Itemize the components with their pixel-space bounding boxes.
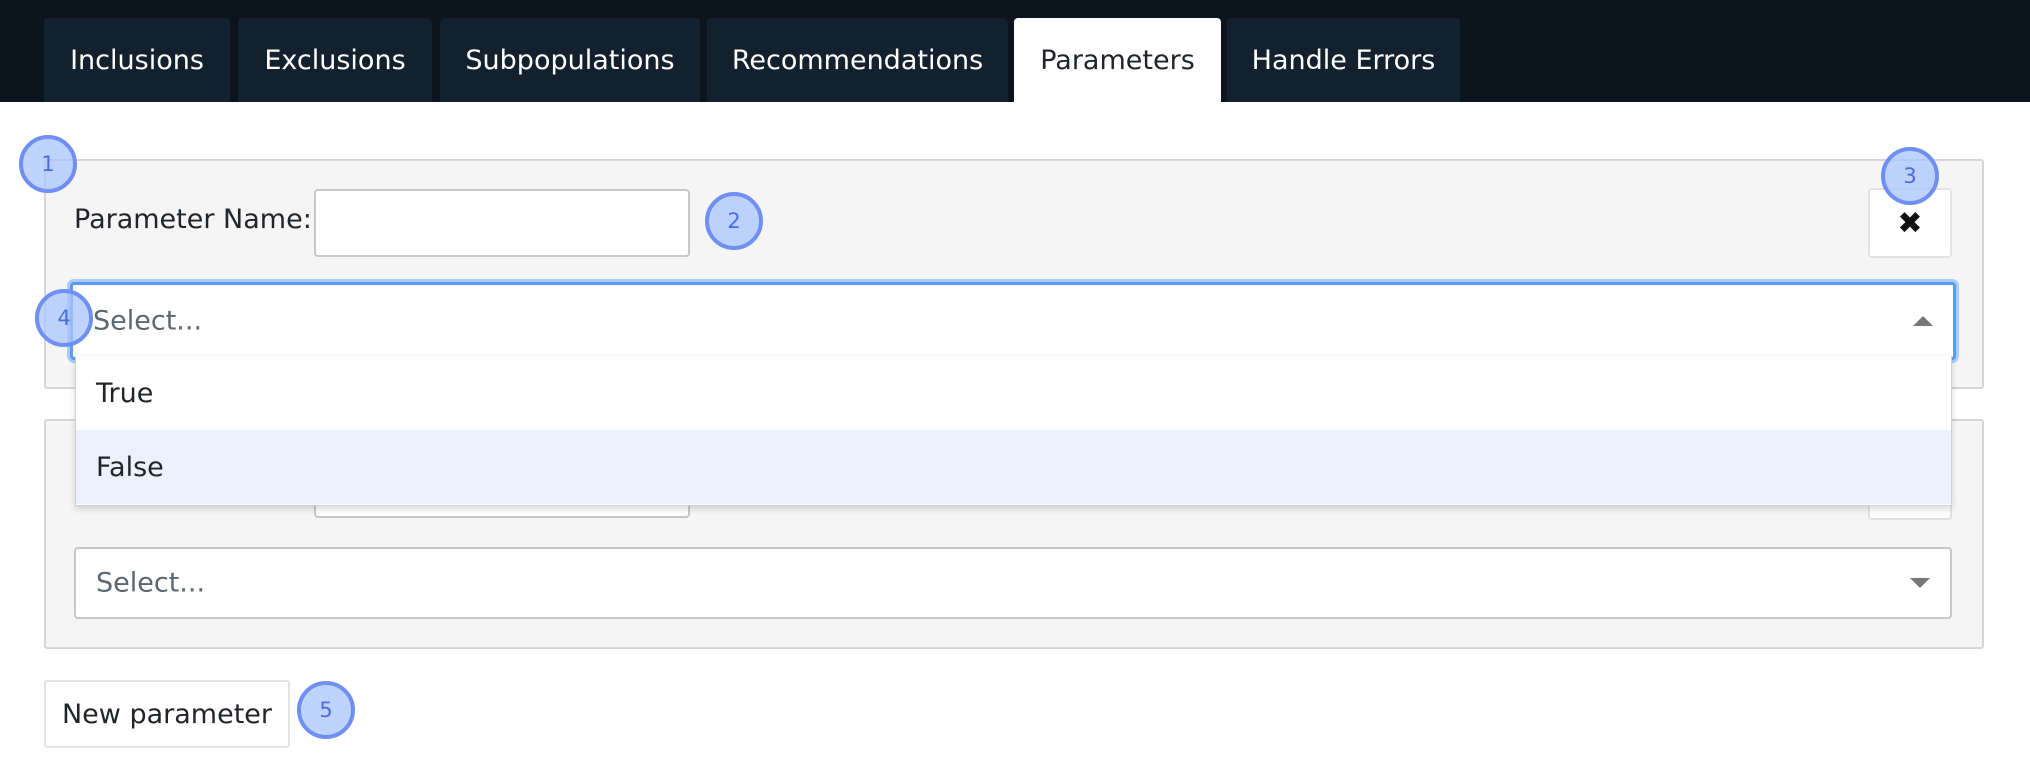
parameter-value-select-2[interactable]: Select... xyxy=(74,547,1952,619)
close-icon: ✖ xyxy=(1897,205,1923,241)
select-placeholder: Select... xyxy=(93,305,203,337)
parameter-name-label: Parameter Name: xyxy=(74,204,312,235)
select-dropdown-menu: True False xyxy=(75,356,1952,506)
tab-bar: Inclusions Exclusions Subpopulations Rec… xyxy=(0,0,2030,102)
marker-1: 1 xyxy=(19,135,77,193)
marker-5: 5 xyxy=(297,681,355,739)
chevron-down-icon[interactable] xyxy=(1910,578,1930,588)
chevron-up-icon[interactable] xyxy=(1913,316,1933,326)
marker-4: 4 xyxy=(35,289,93,347)
new-parameter-button[interactable]: New parameter xyxy=(44,680,290,748)
tab-parameters[interactable]: Parameters xyxy=(1014,18,1221,102)
parameter-value-select[interactable]: Select... xyxy=(70,282,1956,360)
tab-handle-errors[interactable]: Handle Errors xyxy=(1227,18,1460,102)
tab-inclusions[interactable]: Inclusions xyxy=(44,18,230,102)
marker-2: 2 xyxy=(705,192,763,250)
parameter-name-input[interactable] xyxy=(314,189,690,257)
tab-exclusions[interactable]: Exclusions xyxy=(238,18,432,102)
option-false[interactable]: False xyxy=(76,430,1951,504)
select-placeholder-2: Select... xyxy=(96,567,206,599)
tab-recommendations[interactable]: Recommendations xyxy=(707,18,1008,102)
option-true[interactable]: True xyxy=(76,356,1951,430)
tab-subpopulations[interactable]: Subpopulations xyxy=(440,18,700,102)
marker-3: 3 xyxy=(1881,147,1939,205)
